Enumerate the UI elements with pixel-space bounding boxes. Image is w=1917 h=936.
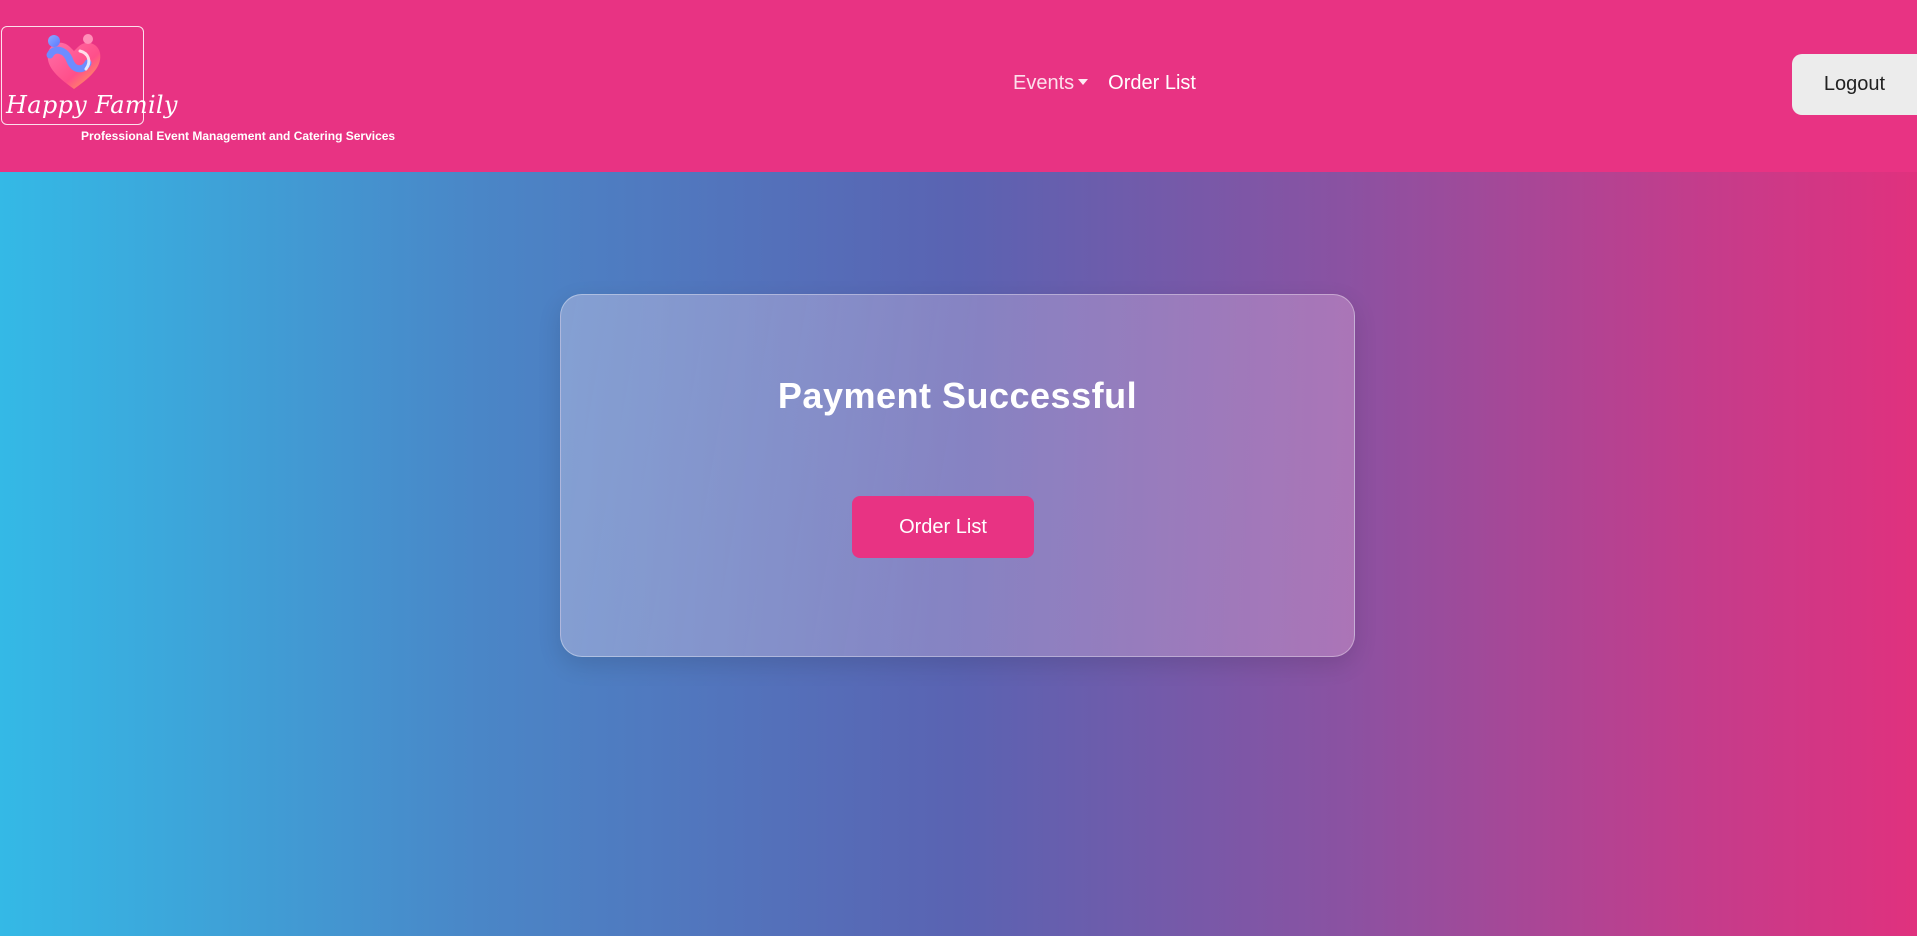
- order-list-button[interactable]: Order List: [852, 496, 1034, 558]
- payment-success-title: Payment Successful: [777, 375, 1138, 416]
- payment-status-card: Payment Successful Order List: [560, 294, 1355, 657]
- page: Happy Family Professional Event Manageme…: [0, 0, 1917, 936]
- nav-order-list-link[interactable]: Order List: [1108, 72, 1196, 95]
- events-dropdown[interactable]: Events: [1013, 72, 1089, 95]
- brand-name: Happy Family: [6, 91, 178, 119]
- brand-logo[interactable]: Happy Family: [1, 26, 178, 125]
- logout-button[interactable]: Logout: [1792, 54, 1917, 115]
- navbar: Happy Family Professional Event Manageme…: [0, 0, 1917, 172]
- caret-down-icon: [1078, 78, 1089, 85]
- events-label: Events: [1013, 72, 1075, 94]
- brand-tagline: Professional Event Management and Cateri…: [81, 129, 396, 143]
- main-nav: Events Order List: [1013, 72, 1196, 95]
- heart-family-icon: [46, 34, 101, 89]
